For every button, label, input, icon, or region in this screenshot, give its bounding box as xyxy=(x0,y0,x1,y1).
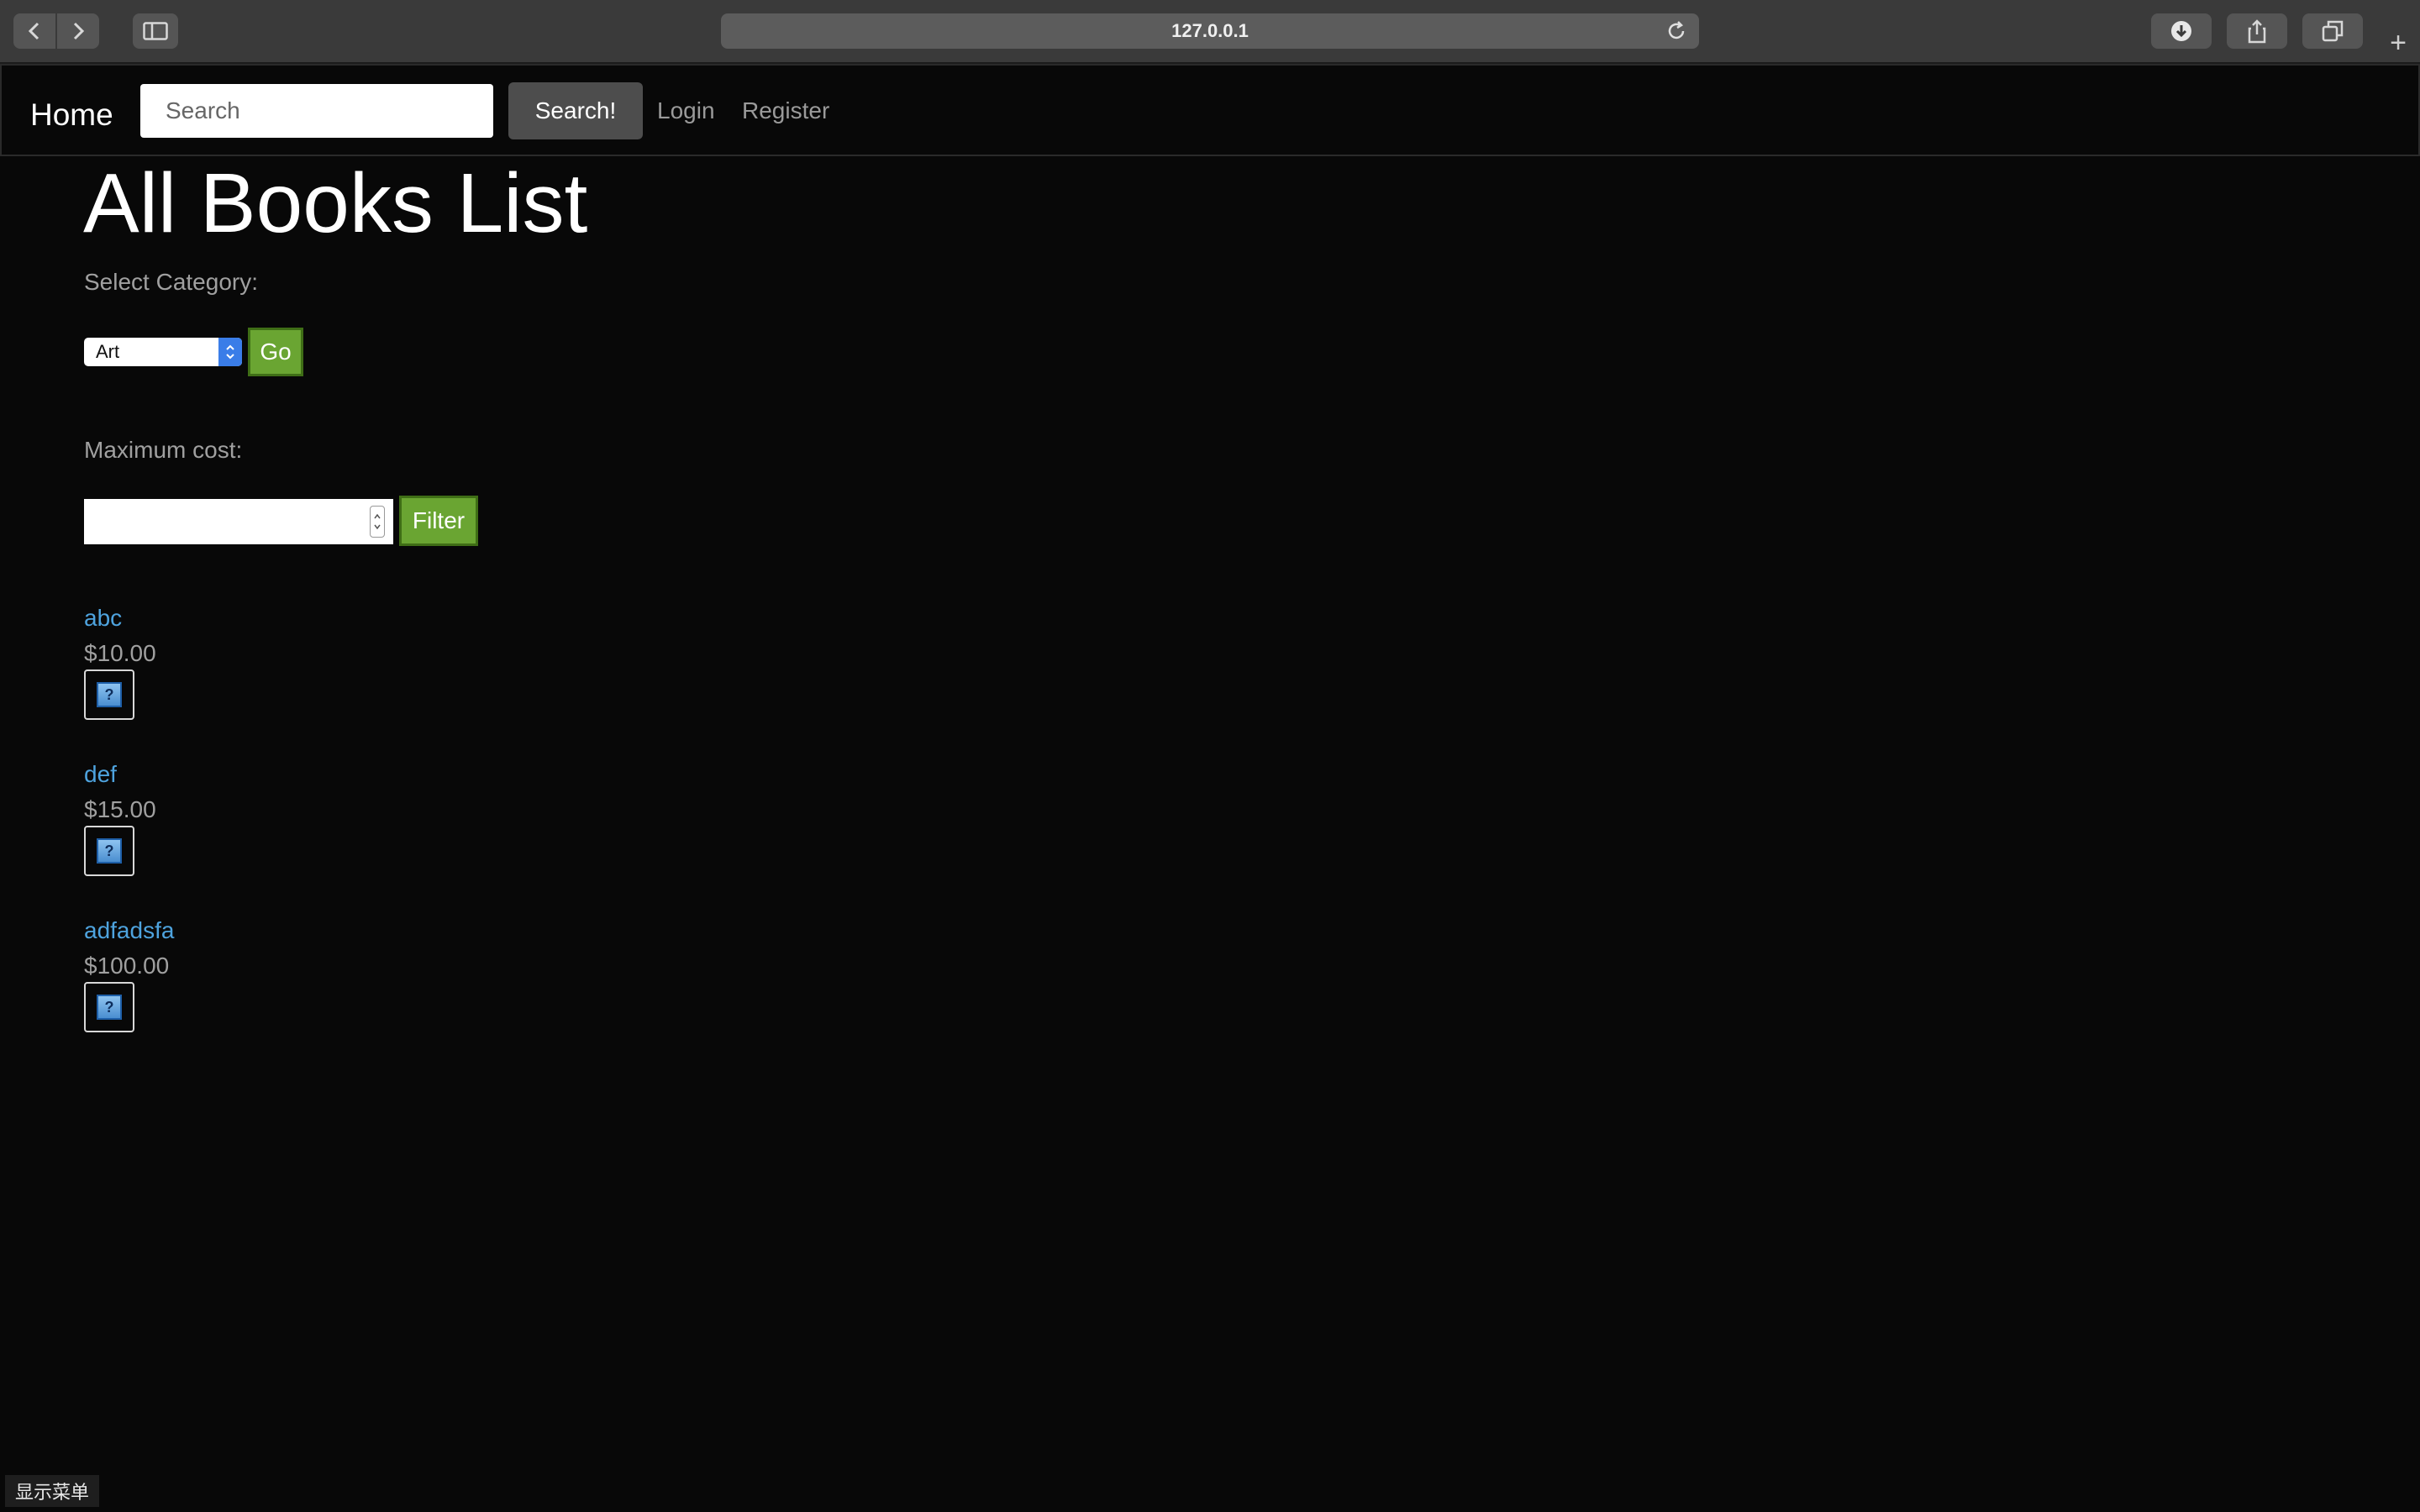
new-tab-button[interactable]: + xyxy=(2381,24,2415,62)
tabs-icon xyxy=(2322,20,2344,42)
book-image[interactable]: ? xyxy=(84,669,134,720)
broken-image-icon: ? xyxy=(97,682,122,707)
book-price: $100.00 xyxy=(84,953,170,979)
sidebar-toggle-button[interactable] xyxy=(133,13,178,49)
filter-button[interactable]: Filter xyxy=(399,496,478,546)
show-tabs-button[interactable] xyxy=(2302,13,2363,49)
sidebar-icon xyxy=(143,22,168,40)
book-price: $10.00 xyxy=(84,640,156,666)
url-text: 127.0.0.1 xyxy=(1171,20,1249,41)
book-image[interactable]: ? xyxy=(84,982,134,1032)
download-button[interactable] xyxy=(2151,13,2212,49)
chevron-right-icon xyxy=(73,22,85,40)
category-label: Select Category: xyxy=(84,269,258,295)
browser-toolbar: 127.0.0.1 + xyxy=(0,0,2420,64)
book-title-link[interactable]: def xyxy=(84,761,117,788)
broken-image-icon: ? xyxy=(97,995,122,1020)
download-icon xyxy=(2171,21,2191,41)
max-cost-input[interactable] xyxy=(84,499,393,544)
book-title-link[interactable]: abc xyxy=(84,605,122,632)
category-selected-value: Art xyxy=(96,341,120,362)
search-button[interactable]: Search! xyxy=(508,82,643,139)
home-link[interactable]: Home xyxy=(30,97,113,133)
max-cost-label: Maximum cost: xyxy=(84,437,243,463)
back-button[interactable] xyxy=(13,13,55,49)
site-navbar: Home Search! Login Register xyxy=(0,64,2420,156)
chevron-left-icon xyxy=(28,22,39,40)
select-arrows-icon xyxy=(218,338,242,366)
show-menu-button[interactable]: 显示菜单 xyxy=(5,1475,100,1507)
number-stepper-icon[interactable] xyxy=(370,506,385,538)
reload-icon[interactable] xyxy=(1665,20,1687,46)
plus-icon: + xyxy=(2390,27,2407,59)
login-link[interactable]: Login xyxy=(657,97,715,124)
book-image[interactable]: ? xyxy=(84,826,134,876)
category-select[interactable]: Art xyxy=(84,338,242,366)
register-link[interactable]: Register xyxy=(742,97,829,124)
search-input[interactable] xyxy=(140,84,493,138)
broken-image-icon: ? xyxy=(97,838,122,864)
share-icon xyxy=(2248,19,2266,44)
address-bar[interactable]: 127.0.0.1 xyxy=(721,13,1699,49)
page-title: All Books List xyxy=(83,156,588,250)
forward-button[interactable] xyxy=(57,13,99,49)
book-title-link[interactable]: adfadsfa xyxy=(84,917,174,944)
book-price: $15.00 xyxy=(84,796,156,822)
share-button[interactable] xyxy=(2227,13,2287,49)
go-button[interactable]: Go xyxy=(248,328,303,376)
